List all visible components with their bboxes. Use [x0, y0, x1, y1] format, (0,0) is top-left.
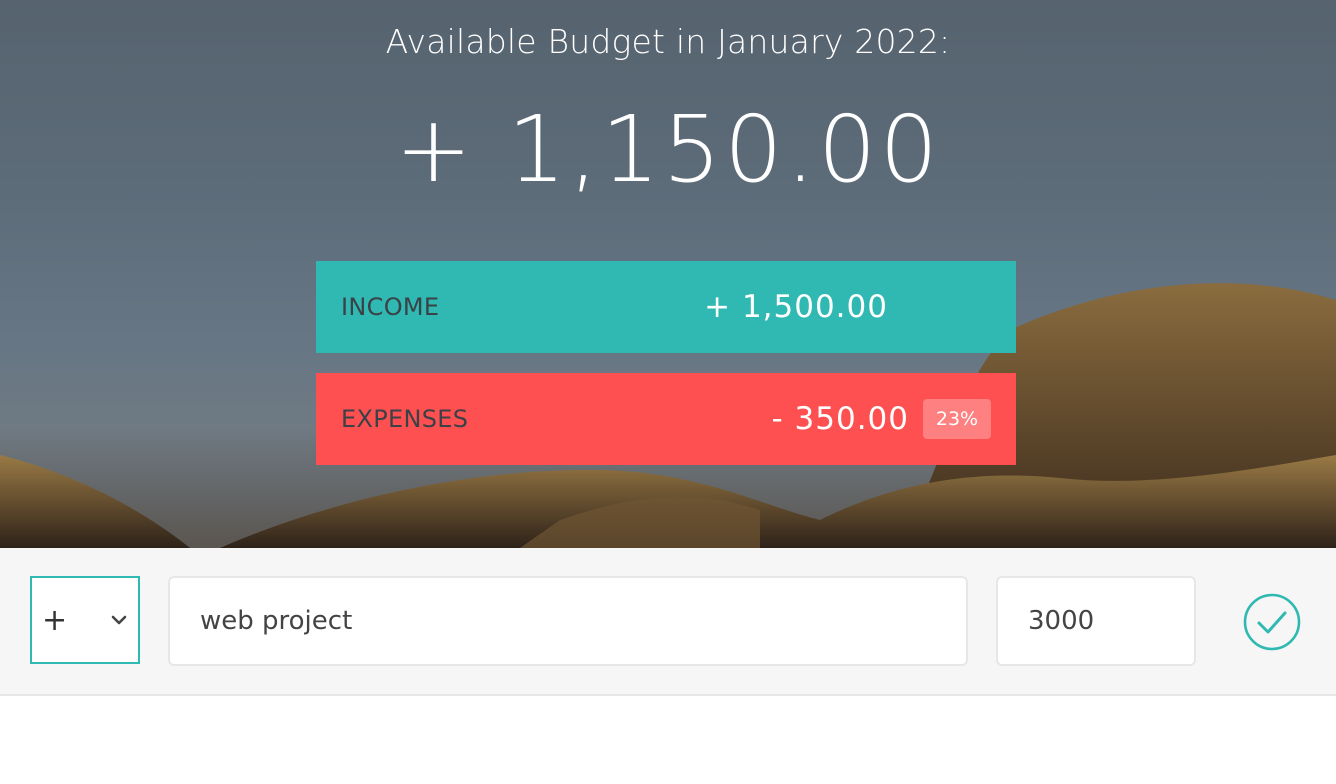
- add-item-bar: +: [0, 548, 1336, 696]
- income-summary: INCOME + 1,500.00: [316, 261, 1016, 353]
- income-value: + 1,500.00: [704, 289, 888, 325]
- description-input[interactable]: [168, 576, 968, 666]
- type-select[interactable]: +: [30, 576, 140, 664]
- expenses-percentage-badge: 23%: [923, 399, 991, 439]
- chevron-down-icon: [111, 615, 127, 625]
- income-label: INCOME: [341, 293, 440, 321]
- expenses-summary: EXPENSES - 350.00 23%: [316, 373, 1016, 465]
- expenses-label: EXPENSES: [341, 405, 469, 433]
- amount-input[interactable]: [996, 576, 1196, 666]
- budget-value: + 1,150.00: [394, 96, 942, 203]
- type-select-value: +: [42, 602, 68, 638]
- budget-title: Available Budget in January 2022:: [385, 22, 951, 61]
- budget-header: Available Budget in January 2022: + 1,15…: [0, 0, 1336, 548]
- expenses-value: - 350.00: [771, 401, 909, 437]
- checkmark-circle-icon[interactable]: [1242, 592, 1302, 652]
